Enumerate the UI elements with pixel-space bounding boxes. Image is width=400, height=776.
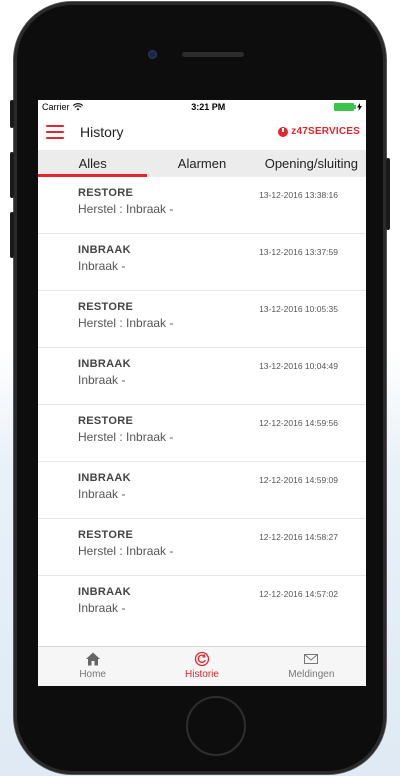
volume-down-button [10, 212, 14, 258]
home-icon [85, 652, 100, 666]
power-button [386, 158, 390, 230]
list-item[interactable]: INBRAAK Inbraak - 12-12-2016 14:57:02 [38, 576, 366, 617]
bottom-navigation: Home Historie Meldingen [38, 646, 366, 686]
app-screen: Carrier 3:21 PM History z47SERVICES Alle… [38, 100, 366, 686]
event-timestamp: 12-12-2016 14:58:27 [259, 532, 338, 542]
nav-home-label: Home [79, 669, 106, 680]
nav-meldingen-label: Meldingen [288, 669, 335, 680]
status-bar: Carrier 3:21 PM [38, 100, 366, 114]
event-timestamp: 13-12-2016 13:38:16 [259, 190, 338, 200]
tab-opening-sluiting[interactable]: Opening/sluiting [257, 150, 366, 177]
event-timestamp: 13-12-2016 10:05:35 [259, 304, 338, 314]
list-item[interactable]: INBRAAK Inbraak - 13-12-2016 13:37:59 [38, 234, 366, 291]
earpiece-speaker [182, 52, 244, 57]
history-list[interactable]: RESTORE Herstel : Inbraak - 13-12-2016 1… [38, 177, 366, 617]
volume-up-button [10, 152, 14, 198]
tab-bar: Alles Alarmen Opening/sluiting [38, 150, 366, 177]
charging-icon [357, 103, 362, 111]
front-camera [148, 50, 157, 59]
menu-icon[interactable] [46, 125, 64, 139]
event-timestamp: 13-12-2016 13:37:59 [259, 247, 338, 257]
tab-alles[interactable]: Alles [38, 150, 148, 177]
carrier-label: Carrier [42, 102, 70, 112]
list-item[interactable]: INBRAAK Inbraak - 13-12-2016 10:04:49 [38, 348, 366, 405]
event-timestamp: 12-12-2016 14:59:09 [259, 475, 338, 485]
tab-alarmen[interactable]: Alarmen [147, 150, 256, 177]
event-description: Inbraak - [78, 487, 126, 501]
wifi-icon [72, 103, 83, 111]
mute-switch [10, 100, 14, 128]
list-item[interactable]: RESTORE Herstel : Inbraak - 12-12-2016 1… [38, 519, 366, 576]
event-description: Inbraak - [78, 601, 126, 615]
envelope-icon [304, 654, 319, 664]
event-description: Herstel : Inbraak - [78, 430, 174, 444]
home-hardware-button[interactable] [186, 696, 246, 756]
event-timestamp: 13-12-2016 10:04:49 [259, 361, 338, 371]
event-description: Inbraak - [78, 373, 126, 387]
history-icon [194, 651, 210, 667]
page-title: History [80, 124, 124, 140]
nav-historie[interactable]: Historie [147, 647, 256, 686]
nav-home[interactable]: Home [38, 647, 147, 686]
event-timestamp: 12-12-2016 14:59:56 [259, 418, 338, 428]
battery-group [334, 103, 362, 111]
brand-name: z47SERVICES [291, 126, 360, 137]
list-item[interactable]: RESTORE Herstel : Inbraak - 13-12-2016 1… [38, 177, 366, 234]
battery-icon [334, 103, 356, 111]
app-header: History z47SERVICES [38, 114, 366, 150]
carrier-group: Carrier [42, 102, 83, 112]
list-item[interactable]: RESTORE Herstel : Inbraak - 12-12-2016 1… [38, 405, 366, 462]
clock: 3:21 PM [191, 102, 226, 112]
power-icon [278, 126, 289, 137]
brand-logo: z47SERVICES [278, 126, 360, 137]
list-item[interactable]: INBRAAK Inbraak - 12-12-2016 14:59:09 [38, 462, 366, 519]
nav-historie-label: Historie [185, 669, 219, 680]
event-description: Herstel : Inbraak - [78, 544, 174, 558]
list-item[interactable]: RESTORE Herstel : Inbraak - 13-12-2016 1… [38, 291, 366, 348]
nav-meldingen[interactable]: Meldingen [257, 647, 366, 686]
event-description: Inbraak - [78, 259, 126, 273]
event-description: Herstel : Inbraak - [78, 316, 174, 330]
event-description: Herstel : Inbraak - [78, 202, 174, 216]
event-timestamp: 12-12-2016 14:57:02 [259, 589, 338, 599]
